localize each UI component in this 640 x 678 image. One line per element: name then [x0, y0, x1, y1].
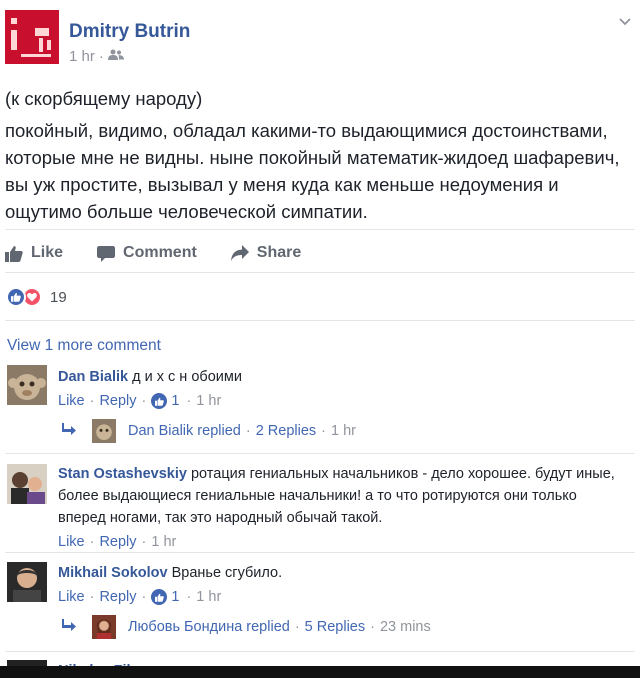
share-icon: [230, 244, 249, 261]
replies-author[interactable]: Dan Bialik replied: [128, 423, 241, 439]
meta-separator: ·: [98, 48, 104, 65]
like-label: Like: [31, 244, 64, 261]
comment-reply-link[interactable]: Reply: [99, 586, 136, 608]
like-badge-icon: [151, 589, 168, 605]
comment-body: Stan Ostashevskiy ротация гениальных нача…: [58, 463, 628, 553]
replies-count[interactable]: 5 Replies: [305, 619, 365, 635]
comment-like-count[interactable]: 1: [171, 390, 179, 412]
reaction-count: 19: [50, 288, 67, 306]
replies-row[interactable]: Любовь Бондина replied · 5 Replies · 23 …: [62, 615, 431, 639]
comment-like-count[interactable]: 1: [171, 586, 179, 608]
divider: [5, 320, 635, 321]
author-name[interactable]: Dmitry Butrin: [69, 21, 190, 43]
comment-button[interactable]: Comment: [97, 238, 197, 268]
post-actions: Like Comment Share: [5, 238, 335, 268]
reply-arrow-icon: [62, 619, 76, 635]
divider: [5, 552, 635, 553]
reactions-summary[interactable]: 19: [6, 287, 67, 307]
comment-text: Вранье сгубило.: [171, 565, 283, 581]
comment-meta: Like · Reply · 1 · 1 hr: [58, 390, 628, 412]
window-bottom-edge: [0, 666, 640, 678]
like-badge-icon: [151, 393, 168, 409]
divider: [5, 272, 635, 273]
share-label: Share: [256, 244, 302, 261]
comment-reply-link[interactable]: Reply: [99, 531, 136, 553]
post-paragraph-2: покойный, видимо, обладал какими-то выда…: [5, 120, 620, 222]
author-avatar[interactable]: [5, 10, 59, 64]
divider: [5, 229, 635, 230]
comment-like-link[interactable]: Like: [58, 586, 85, 608]
comment-text: д и х с н обоими: [132, 369, 242, 385]
avatar: [92, 419, 116, 443]
post-paragraph-1: (к скорбящему народу): [5, 88, 203, 109]
comment-body: Dan Bialik д и х с н обоими Like · Reply …: [58, 365, 628, 412]
facebook-post: Dmitry Butrin 1 hr · (к скорбящему народ…: [0, 0, 640, 678]
reply-arrow-icon: [62, 423, 76, 439]
comment-author[interactable]: Stan Ostashevskiy: [58, 466, 187, 482]
replies-author[interactable]: Любовь Бондина replied: [128, 619, 290, 635]
replies-time: 1 hr: [330, 423, 356, 439]
replies-time: 23 mins: [379, 619, 431, 635]
avatar: [92, 615, 116, 639]
post-time[interactable]: 1 hr: [69, 48, 95, 65]
comment-time[interactable]: 1 hr: [151, 531, 176, 553]
comment-icon: [97, 245, 116, 262]
comment-author[interactable]: Dan Bialik: [58, 369, 128, 385]
like-reaction-icon: [6, 287, 26, 307]
like-button[interactable]: Like: [5, 238, 63, 268]
comment-time[interactable]: 1 hr: [196, 586, 221, 608]
comment-like-link[interactable]: Like: [58, 390, 85, 412]
avatar[interactable]: [7, 562, 47, 602]
replies-count[interactable]: 2 Replies: [256, 423, 316, 439]
divider: [5, 453, 635, 454]
comment-like-link[interactable]: Like: [58, 531, 85, 553]
chevron-down-icon[interactable]: [618, 14, 632, 28]
comment-label: Comment: [123, 244, 197, 261]
friends-audience-icon[interactable]: [107, 48, 124, 65]
comment-author[interactable]: Mikhail Sokolov: [58, 565, 168, 581]
thumbs-up-icon: [5, 245, 23, 262]
comment-meta: Like · Reply · 1 · 1 hr: [58, 586, 628, 608]
replies-row[interactable]: Dan Bialik replied · 2 Replies · 1 hr: [62, 419, 356, 443]
avatar[interactable]: [7, 464, 47, 504]
avatar[interactable]: [7, 365, 47, 405]
comment-body: Mikhail Sokolov Вранье сгубило. Like · Re…: [58, 562, 628, 608]
share-button[interactable]: Share: [230, 238, 302, 268]
comment-meta: Like · Reply · 1 hr: [58, 531, 628, 553]
comment-reply-link[interactable]: Reply: [99, 390, 136, 412]
comment-time[interactable]: 1 hr: [196, 390, 221, 412]
divider: [5, 651, 635, 652]
view-more-comments-link[interactable]: View 1 more comment: [7, 337, 161, 355]
post-meta: 1 hr ·: [69, 48, 124, 65]
